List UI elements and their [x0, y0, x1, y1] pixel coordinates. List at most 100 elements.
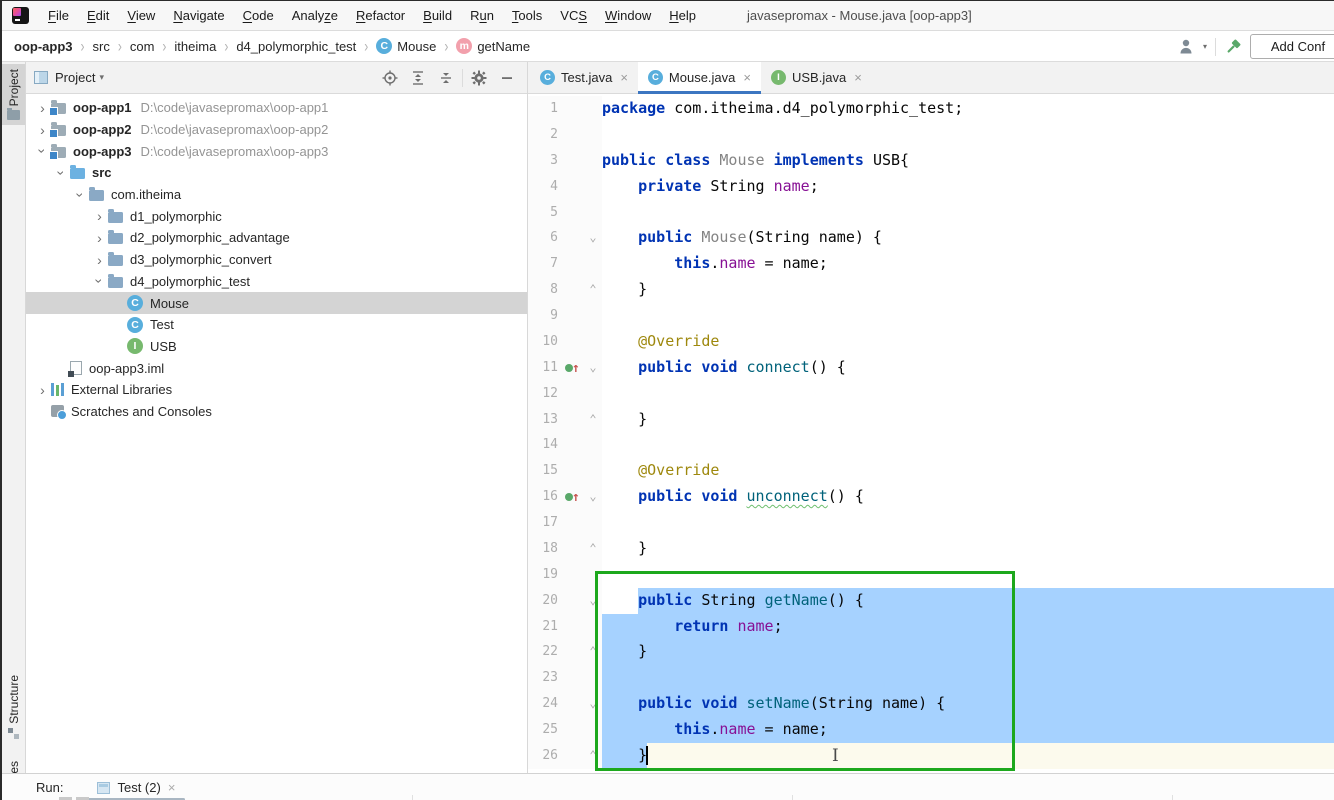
tree-expander-icon[interactable]: ›: [34, 383, 51, 397]
tree-item-src[interactable]: › src: [26, 162, 527, 184]
collapse-all-icon[interactable]: [434, 66, 458, 90]
code-line-3[interactable]: 3 public class Mouse implements USB{: [528, 147, 1334, 174]
breadcrumb-item-itheima[interactable]: itheima: [174, 39, 216, 54]
code-line-7[interactable]: 7 this.name = name;: [528, 251, 1334, 278]
tab-close-icon[interactable]: ×: [620, 70, 628, 85]
code-line-2[interactable]: 2: [528, 121, 1334, 148]
tree-expander-icon[interactable]: ›: [91, 209, 108, 223]
tree-item-mouse[interactable]: C Mouse: [26, 292, 527, 314]
project-view-dropdown-icon[interactable]: ▾: [99, 72, 104, 83]
code-line-text[interactable]: package com.itheima.d4_polymorphic_test;: [602, 96, 1334, 122]
tab-close-icon[interactable]: ×: [854, 70, 862, 85]
menu-refactor[interactable]: Refactor: [347, 1, 414, 30]
code-line-18[interactable]: 18 ⌃ }: [528, 535, 1334, 562]
menu-help[interactable]: Help: [660, 1, 705, 30]
code-line-text[interactable]: [602, 562, 1334, 588]
tree-item-test[interactable]: C Test: [26, 314, 527, 336]
fold-marker-icon[interactable]: ⌄: [584, 691, 602, 717]
tree-expander-icon[interactable]: ›: [35, 143, 51, 160]
fold-marker-icon[interactable]: ⌃: [584, 277, 602, 303]
code-line-26[interactable]: 26 ⌃ }: [528, 742, 1334, 769]
code-line-text[interactable]: [602, 432, 1334, 458]
build-hammer-icon[interactable]: [1224, 38, 1242, 56]
code-line-text[interactable]: }: [602, 277, 1334, 303]
menu-tools[interactable]: Tools: [503, 1, 551, 30]
code-line-10[interactable]: 10 @Override: [528, 328, 1334, 355]
breadcrumb-item-getname[interactable]: m getName: [456, 38, 530, 54]
expand-all-icon[interactable]: [406, 66, 430, 90]
code-line-25[interactable]: 25 this.name = name;: [528, 717, 1334, 743]
editor-tab-usb-java[interactable]: I USB.java ×: [761, 62, 872, 93]
code-line-24[interactable]: 24 ⌄ public void setName(String name) {: [528, 691, 1334, 717]
tree-expander-icon[interactable]: ›: [91, 253, 108, 267]
tree-expander-icon[interactable]: ›: [92, 273, 108, 290]
menu-window[interactable]: Window: [596, 1, 660, 30]
code-line-14[interactable]: 14: [528, 432, 1334, 459]
breadcrumb-item-mouse[interactable]: C Mouse: [376, 38, 436, 54]
code-line-text[interactable]: }: [602, 639, 1334, 666]
code-line-6[interactable]: 6 ⌄ public Mouse(String name) {: [528, 225, 1334, 252]
tree-item-d4-polymorphic-test[interactable]: › d4_polymorphic_test: [26, 271, 527, 293]
code-line-19[interactable]: 19: [528, 561, 1334, 588]
tree-item-scratches-and-consoles[interactable]: Scratches and Consoles: [26, 401, 527, 423]
project-pane-title[interactable]: Project: [55, 70, 95, 85]
overrides-method-gutter-icon[interactable]: ↑: [562, 355, 584, 381]
code-line-text[interactable]: this.name = name;: [602, 251, 1334, 277]
code-line-8[interactable]: 8 ⌃ }: [528, 277, 1334, 303]
tree-item-oop-app3-iml[interactable]: oop-app3.iml: [26, 357, 527, 379]
code-line-text[interactable]: public Mouse(String name) {: [602, 225, 1334, 251]
tool-stripe-structure-tab[interactable]: Structure: [2, 670, 25, 744]
editor-tab-test-java[interactable]: C Test.java ×: [530, 62, 638, 93]
code-line-23[interactable]: 23: [528, 665, 1334, 692]
code-line-20[interactable]: 20 ⌄ public String getName() {: [528, 587, 1334, 614]
fold-marker-icon[interactable]: ⌄: [584, 588, 602, 614]
code-line-16[interactable]: 16 ↑ ⌄ public void unconnect() {: [528, 484, 1334, 510]
code-line-text[interactable]: [602, 122, 1334, 148]
tree-item-d3-polymorphic-convert[interactable]: › d3_polymorphic_convert: [26, 249, 527, 271]
code-line-1[interactable]: 1 package com.itheima.d4_polymorphic_test…: [528, 96, 1334, 122]
tree-item-com-itheima[interactable]: › com.itheima: [26, 184, 527, 206]
code-line-text[interactable]: [602, 381, 1334, 407]
tree-expander-icon[interactable]: ›: [54, 164, 70, 181]
run-tab-close-icon[interactable]: ×: [168, 780, 176, 795]
fold-marker-icon[interactable]: ⌃: [584, 639, 602, 665]
code-line-21[interactable]: 21 return name;: [528, 613, 1334, 640]
code-line-22[interactable]: 22 ⌃ }: [528, 639, 1334, 666]
breadcrumb-item-com[interactable]: com: [130, 39, 155, 54]
code-line-text[interactable]: public void connect() {: [602, 355, 1334, 381]
code-line-text[interactable]: [602, 510, 1334, 536]
code-line-text[interactable]: }: [602, 536, 1334, 562]
menu-vcs[interactable]: VCS: [551, 1, 596, 30]
code-line-text[interactable]: @Override: [602, 458, 1334, 484]
code-line-text[interactable]: [602, 665, 1334, 692]
tree-item-d1-polymorphic[interactable]: › d1_polymorphic: [26, 205, 527, 227]
menu-edit[interactable]: Edit: [78, 1, 118, 30]
user-dropdown-caret-icon[interactable]: ▾: [1203, 42, 1207, 51]
breadcrumb-item-d4-polymorphic-test[interactable]: d4_polymorphic_test: [236, 39, 356, 54]
fold-marker-icon[interactable]: ⌃: [584, 743, 602, 769]
tab-close-icon[interactable]: ×: [743, 70, 751, 85]
editor-tab-mouse-java[interactable]: C Mouse.java ×: [637, 62, 762, 94]
menu-run[interactable]: Run: [461, 1, 503, 30]
code-editor[interactable]: 1 package com.itheima.d4_polymorphic_test…: [528, 94, 1334, 773]
locate-file-icon[interactable]: [378, 66, 402, 90]
menu-navigate[interactable]: Navigate: [164, 1, 233, 30]
tree-item-usb[interactable]: I USB: [26, 336, 527, 358]
fold-marker-icon[interactable]: ⌄: [584, 355, 602, 381]
fold-marker-icon[interactable]: ⌄: [584, 225, 602, 251]
code-line-4[interactable]: 4 private String name;: [528, 173, 1334, 200]
hide-panel-icon[interactable]: [495, 66, 519, 90]
fold-marker-icon[interactable]: ⌃: [584, 407, 602, 433]
tree-item-oop-app3[interactable]: › oop-app3 D:\code\javasepromax\oop-app3: [26, 140, 527, 162]
code-line-text[interactable]: [602, 303, 1334, 329]
code-line-text[interactable]: public class Mouse implements USB{: [602, 148, 1334, 174]
code-line-text[interactable]: this.name = name;: [602, 717, 1334, 743]
breadcrumb-item-src[interactable]: src: [93, 39, 110, 54]
code-line-text[interactable]: public String getName() {: [602, 587, 1334, 614]
menu-file[interactable]: File: [39, 1, 78, 30]
user-account-icon[interactable]: [1179, 39, 1199, 54]
menu-build[interactable]: Build: [414, 1, 461, 30]
settings-gear-icon[interactable]: [467, 66, 491, 90]
menu-code[interactable]: Code: [234, 1, 283, 30]
code-line-5[interactable]: 5: [528, 199, 1334, 226]
